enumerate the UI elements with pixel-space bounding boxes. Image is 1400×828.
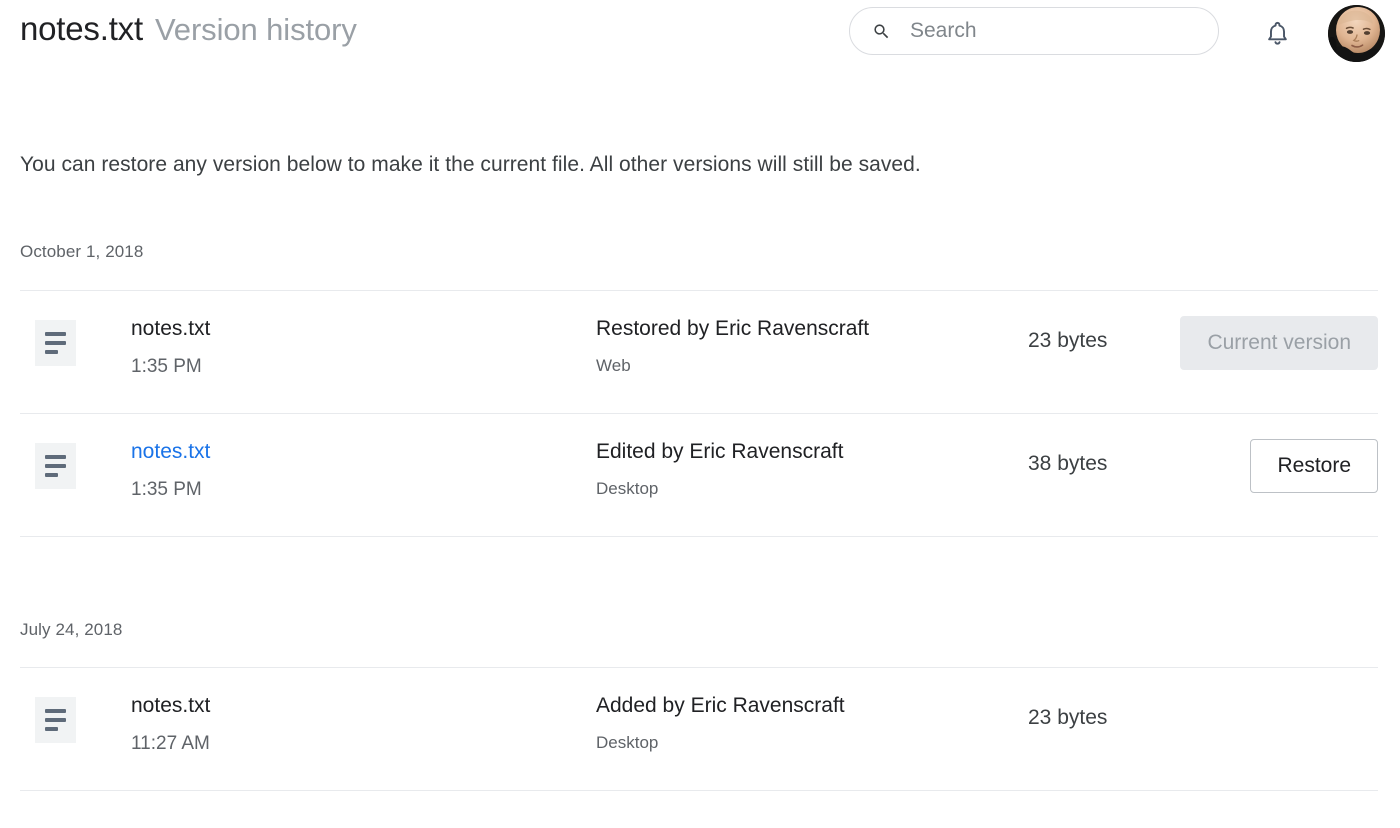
table-row[interactable]: notes.txt 11:27 AM Added by Eric Ravensc… [20,668,1378,790]
bell-icon [1267,21,1287,45]
table-row[interactable]: notes.txt 1:35 PM Edited by Eric Ravensc… [20,414,1378,536]
row-divider [20,790,1378,791]
file-time: 1:35 PM [131,479,202,500]
page-title: notes.txt Version history [20,10,357,48]
file-name-link[interactable]: notes.txt [131,692,210,720]
file-size: 23 bytes [1028,329,1108,352]
table-row[interactable]: notes.txt 1:35 PM Restored by Eric Raven… [20,291,1378,413]
row-action-cell: Restored by Eric Ravenscraft Web [596,315,1016,379]
group-date-header: October 1, 2018 [20,242,144,261]
current-version-button: Current version [1180,316,1378,370]
action-description: Restored by Eric Ravenscraft [596,317,870,340]
action-description: Edited by Eric Ravenscraft [596,440,844,463]
file-name-link[interactable]: notes.txt [131,315,210,343]
app-header: notes.txt Version history Search [0,0,1400,70]
row-name-cell: notes.txt 11:27 AM [131,692,561,758]
action-description: Added by Eric Ravenscraft [596,694,845,717]
row-divider [20,536,1378,537]
search-icon [874,23,889,38]
avatar-image [1328,5,1385,62]
description-text: You can restore any version below to mak… [20,153,921,176]
restore-button[interactable]: Restore [1250,439,1378,493]
avatar[interactable] [1328,5,1385,62]
file-time: 1:35 PM [131,356,202,377]
row-action-cell: Added by Eric Ravenscraft Desktop [596,692,1016,756]
search-placeholder: Search [910,19,977,42]
text-file-icon [35,697,76,743]
file-name-link[interactable]: notes.txt [131,438,210,466]
page-subtitle: Version history [154,12,357,47]
group-date-header: July 24, 2018 [20,620,123,639]
row-name-cell: notes.txt 1:35 PM [131,315,561,381]
search-input[interactable]: Search [849,7,1219,55]
row-button-cell: Restore [1170,439,1378,493]
action-source: Web [596,356,631,375]
row-action-cell: Edited by Eric Ravenscraft Desktop [596,438,1016,502]
action-source: Desktop [596,479,659,498]
row-button-cell: Current version [1170,316,1378,370]
file-size: 23 bytes [1028,706,1108,729]
notifications-button[interactable] [1254,11,1300,55]
file-size: 38 bytes [1028,452,1108,475]
text-file-icon [35,320,76,366]
file-time: 11:27 AM [131,733,210,754]
file-title: notes.txt [20,10,143,47]
text-file-icon [35,443,76,489]
action-source: Desktop [596,733,659,752]
row-name-cell: notes.txt 1:35 PM [131,438,561,504]
